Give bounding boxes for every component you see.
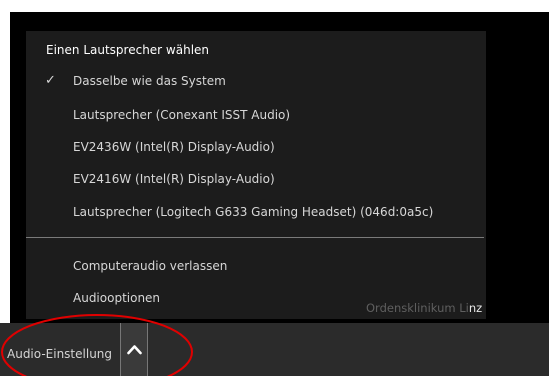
checkmark-icon: ✓ — [45, 73, 56, 88]
menu-item-label: Computeraudio verlassen — [73, 259, 228, 273]
meeting-toolbar: Audio-Einstellung — [0, 323, 549, 376]
menu-item-ev2416w[interactable]: EV2416W (Intel(R) Display-Audio) — [26, 165, 486, 193]
audio-settings-label[interactable]: Audio-Einstellung — [7, 347, 112, 361]
meeting-window: Einen Lautsprecher wählen ✓ Dasselbe wie… — [0, 0, 549, 376]
audio-menu-toggle-button[interactable] — [120, 323, 148, 376]
participant-name-dim: Ordensklinikum Li — [366, 301, 469, 315]
speaker-selection-menu: Einen Lautsprecher wählen ✓ Dasselbe wie… — [26, 31, 486, 319]
menu-item-ev2436w[interactable]: EV2436W (Intel(R) Display-Audio) — [26, 133, 486, 161]
menu-item-label: Dasselbe wie das System — [73, 74, 226, 88]
chevron-up-icon — [127, 345, 142, 355]
participant-name-bright: nz — [468, 301, 483, 315]
menu-item-logitech-headset[interactable]: Lautsprecher (Logitech G633 Gaming Heads… — [26, 198, 486, 226]
menu-item-leave-computer-audio[interactable]: Computeraudio verlassen — [26, 252, 486, 280]
menu-item-same-as-system[interactable]: ✓ Dasselbe wie das System — [26, 67, 486, 95]
menu-item-label: Lautsprecher (Logitech G633 Gaming Heads… — [73, 205, 434, 219]
menu-item-conexant-speaker[interactable]: Lautsprecher (Conexant ISST Audio) — [26, 101, 486, 129]
participant-name-label: Ordensklinikum Linz — [366, 301, 482, 315]
menu-heading: Einen Lautsprecher wählen — [46, 43, 210, 57]
menu-item-label: Audiooptionen — [73, 291, 161, 305]
menu-item-label: Lautsprecher (Conexant ISST Audio) — [73, 108, 291, 122]
menu-item-label: EV2436W (Intel(R) Display-Audio) — [73, 140, 275, 154]
menu-item-label: EV2416W (Intel(R) Display-Audio) — [73, 172, 275, 186]
menu-divider — [26, 237, 484, 238]
